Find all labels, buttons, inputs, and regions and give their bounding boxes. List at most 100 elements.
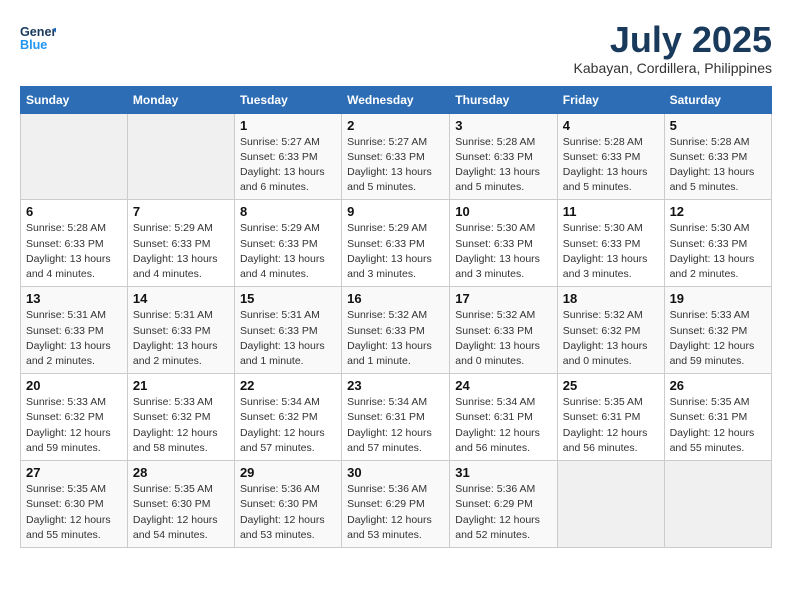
- col-monday: Monday: [127, 86, 234, 113]
- month-title: July 2025: [574, 20, 772, 60]
- calendar-cell: [664, 461, 771, 548]
- day-number: 30: [347, 465, 444, 480]
- svg-text:Blue: Blue: [20, 38, 47, 52]
- day-number: 26: [670, 378, 766, 393]
- day-number: 8: [240, 204, 336, 219]
- day-number: 9: [347, 204, 444, 219]
- calendar-cell: [127, 113, 234, 200]
- day-info: Sunrise: 5:31 AM Sunset: 6:33 PM Dayligh…: [26, 308, 122, 369]
- day-number: 3: [455, 118, 552, 133]
- calendar-cell: 22 Sunrise: 5:34 AM Sunset: 6:32 PM Dayli…: [234, 374, 341, 461]
- day-number: 27: [26, 465, 122, 480]
- calendar-cell: 27 Sunrise: 5:35 AM Sunset: 6:30 PM Dayli…: [21, 461, 128, 548]
- header-row: Sunday Monday Tuesday Wednesday Thursday…: [21, 86, 772, 113]
- calendar-cell: 25Sunrise: 5:35 AM Sunset: 6:31 PM Dayli…: [557, 374, 664, 461]
- calendar-week-5: 27 Sunrise: 5:35 AM Sunset: 6:30 PM Dayli…: [21, 461, 772, 548]
- calendar-cell: 24Sunrise: 5:34 AM Sunset: 6:31 PM Dayli…: [450, 374, 558, 461]
- calendar-week-3: 13Sunrise: 5:31 AM Sunset: 6:33 PM Dayli…: [21, 287, 772, 374]
- day-info: Sunrise: 5:32 AM Sunset: 6:32 PM Dayligh…: [563, 308, 659, 369]
- location-subtitle: Kabayan, Cordillera, Philippines: [574, 60, 772, 76]
- calendar-week-2: 6 Sunrise: 5:28 AM Sunset: 6:33 PM Daylig…: [21, 200, 772, 287]
- day-info: Sunrise: 5:27 AM Sunset: 6:33 PM Dayligh…: [347, 135, 444, 196]
- day-info: Sunrise: 5:28 AM Sunset: 6:33 PM Dayligh…: [455, 135, 552, 196]
- day-number: 10: [455, 204, 552, 219]
- calendar-week-1: 1 Sunrise: 5:27 AM Sunset: 6:33 PM Daylig…: [21, 113, 772, 200]
- day-number: 19: [670, 291, 766, 306]
- day-info: Sunrise: 5:29 AM Sunset: 6:33 PM Dayligh…: [240, 221, 336, 282]
- calendar-cell: 31 Sunrise: 5:36 AM Sunset: 6:29 PM Dayli…: [450, 461, 558, 548]
- day-info: Sunrise: 5:34 AM Sunset: 6:32 PM Dayligh…: [240, 395, 336, 456]
- day-info: Sunrise: 5:30 AM Sunset: 6:33 PM Dayligh…: [455, 221, 552, 282]
- day-number: 17: [455, 291, 552, 306]
- calendar-cell: 13Sunrise: 5:31 AM Sunset: 6:33 PM Dayli…: [21, 287, 128, 374]
- day-info: Sunrise: 5:29 AM Sunset: 6:33 PM Dayligh…: [347, 221, 444, 282]
- calendar-cell: 15 Sunrise: 5:31 AM Sunset: 6:33 PM Dayli…: [234, 287, 341, 374]
- day-number: 11: [563, 204, 659, 219]
- calendar-table: Sunday Monday Tuesday Wednesday Thursday…: [20, 86, 772, 548]
- calendar-cell: 21 Sunrise: 5:33 AM Sunset: 6:32 PM Dayli…: [127, 374, 234, 461]
- calendar-cell: 2 Sunrise: 5:27 AM Sunset: 6:33 PM Daylig…: [342, 113, 450, 200]
- calendar-cell: 20 Sunrise: 5:33 AM Sunset: 6:32 PM Dayli…: [21, 374, 128, 461]
- calendar-week-4: 20 Sunrise: 5:33 AM Sunset: 6:32 PM Dayli…: [21, 374, 772, 461]
- calendar-cell: [557, 461, 664, 548]
- day-number: 1: [240, 118, 336, 133]
- logo-icon: General Blue: [20, 20, 56, 56]
- day-number: 16: [347, 291, 444, 306]
- day-info: Sunrise: 5:32 AM Sunset: 6:33 PM Dayligh…: [455, 308, 552, 369]
- day-number: 28: [133, 465, 229, 480]
- day-info: Sunrise: 5:33 AM Sunset: 6:32 PM Dayligh…: [133, 395, 229, 456]
- day-number: 25: [563, 378, 659, 393]
- day-number: 14: [133, 291, 229, 306]
- calendar-cell: 8 Sunrise: 5:29 AM Sunset: 6:33 PM Daylig…: [234, 200, 341, 287]
- day-number: 23: [347, 378, 444, 393]
- col-sunday: Sunday: [21, 86, 128, 113]
- day-number: 18: [563, 291, 659, 306]
- calendar-cell: [21, 113, 128, 200]
- col-tuesday: Tuesday: [234, 86, 341, 113]
- day-number: 12: [670, 204, 766, 219]
- calendar-cell: 3 Sunrise: 5:28 AM Sunset: 6:33 PM Daylig…: [450, 113, 558, 200]
- day-info: Sunrise: 5:28 AM Sunset: 6:33 PM Dayligh…: [670, 135, 766, 196]
- day-number: 15: [240, 291, 336, 306]
- title-block: July 2025 Kabayan, Cordillera, Philippin…: [574, 20, 772, 76]
- day-info: Sunrise: 5:31 AM Sunset: 6:33 PM Dayligh…: [133, 308, 229, 369]
- day-info: Sunrise: 5:28 AM Sunset: 6:33 PM Dayligh…: [26, 221, 122, 282]
- day-number: 20: [26, 378, 122, 393]
- calendar-cell: 10 Sunrise: 5:30 AM Sunset: 6:33 PM Dayli…: [450, 200, 558, 287]
- calendar-cell: 29 Sunrise: 5:36 AM Sunset: 6:30 PM Dayli…: [234, 461, 341, 548]
- day-info: Sunrise: 5:31 AM Sunset: 6:33 PM Dayligh…: [240, 308, 336, 369]
- day-number: 4: [563, 118, 659, 133]
- day-info: Sunrise: 5:29 AM Sunset: 6:33 PM Dayligh…: [133, 221, 229, 282]
- calendar-cell: 11Sunrise: 5:30 AM Sunset: 6:33 PM Dayli…: [557, 200, 664, 287]
- calendar-cell: 1 Sunrise: 5:27 AM Sunset: 6:33 PM Daylig…: [234, 113, 341, 200]
- day-number: 6: [26, 204, 122, 219]
- logo: General Blue: [20, 20, 56, 56]
- day-info: Sunrise: 5:36 AM Sunset: 6:29 PM Dayligh…: [455, 482, 552, 543]
- calendar-cell: 5Sunrise: 5:28 AM Sunset: 6:33 PM Daylig…: [664, 113, 771, 200]
- calendar-cell: 30 Sunrise: 5:36 AM Sunset: 6:29 PM Dayli…: [342, 461, 450, 548]
- calendar-cell: 18 Sunrise: 5:32 AM Sunset: 6:32 PM Dayli…: [557, 287, 664, 374]
- col-thursday: Thursday: [450, 86, 558, 113]
- day-number: 31: [455, 465, 552, 480]
- day-number: 22: [240, 378, 336, 393]
- calendar-cell: 9 Sunrise: 5:29 AM Sunset: 6:33 PM Daylig…: [342, 200, 450, 287]
- col-friday: Friday: [557, 86, 664, 113]
- day-number: 21: [133, 378, 229, 393]
- day-info: Sunrise: 5:36 AM Sunset: 6:30 PM Dayligh…: [240, 482, 336, 543]
- day-number: 7: [133, 204, 229, 219]
- day-number: 29: [240, 465, 336, 480]
- calendar-cell: 26 Sunrise: 5:35 AM Sunset: 6:31 PM Dayli…: [664, 374, 771, 461]
- day-info: Sunrise: 5:35 AM Sunset: 6:31 PM Dayligh…: [670, 395, 766, 456]
- day-number: 2: [347, 118, 444, 133]
- day-info: Sunrise: 5:36 AM Sunset: 6:29 PM Dayligh…: [347, 482, 444, 543]
- calendar-cell: 14 Sunrise: 5:31 AM Sunset: 6:33 PM Dayli…: [127, 287, 234, 374]
- day-info: Sunrise: 5:34 AM Sunset: 6:31 PM Dayligh…: [347, 395, 444, 456]
- day-info: Sunrise: 5:30 AM Sunset: 6:33 PM Dayligh…: [670, 221, 766, 282]
- calendar-cell: 28Sunrise: 5:35 AM Sunset: 6:30 PM Dayli…: [127, 461, 234, 548]
- day-info: Sunrise: 5:33 AM Sunset: 6:32 PM Dayligh…: [26, 395, 122, 456]
- calendar-cell: 12 Sunrise: 5:30 AM Sunset: 6:33 PM Dayli…: [664, 200, 771, 287]
- calendar-cell: 23 Sunrise: 5:34 AM Sunset: 6:31 PM Dayli…: [342, 374, 450, 461]
- day-info: Sunrise: 5:35 AM Sunset: 6:30 PM Dayligh…: [26, 482, 122, 543]
- calendar-cell: 7 Sunrise: 5:29 AM Sunset: 6:33 PM Daylig…: [127, 200, 234, 287]
- day-info: Sunrise: 5:27 AM Sunset: 6:33 PM Dayligh…: [240, 135, 336, 196]
